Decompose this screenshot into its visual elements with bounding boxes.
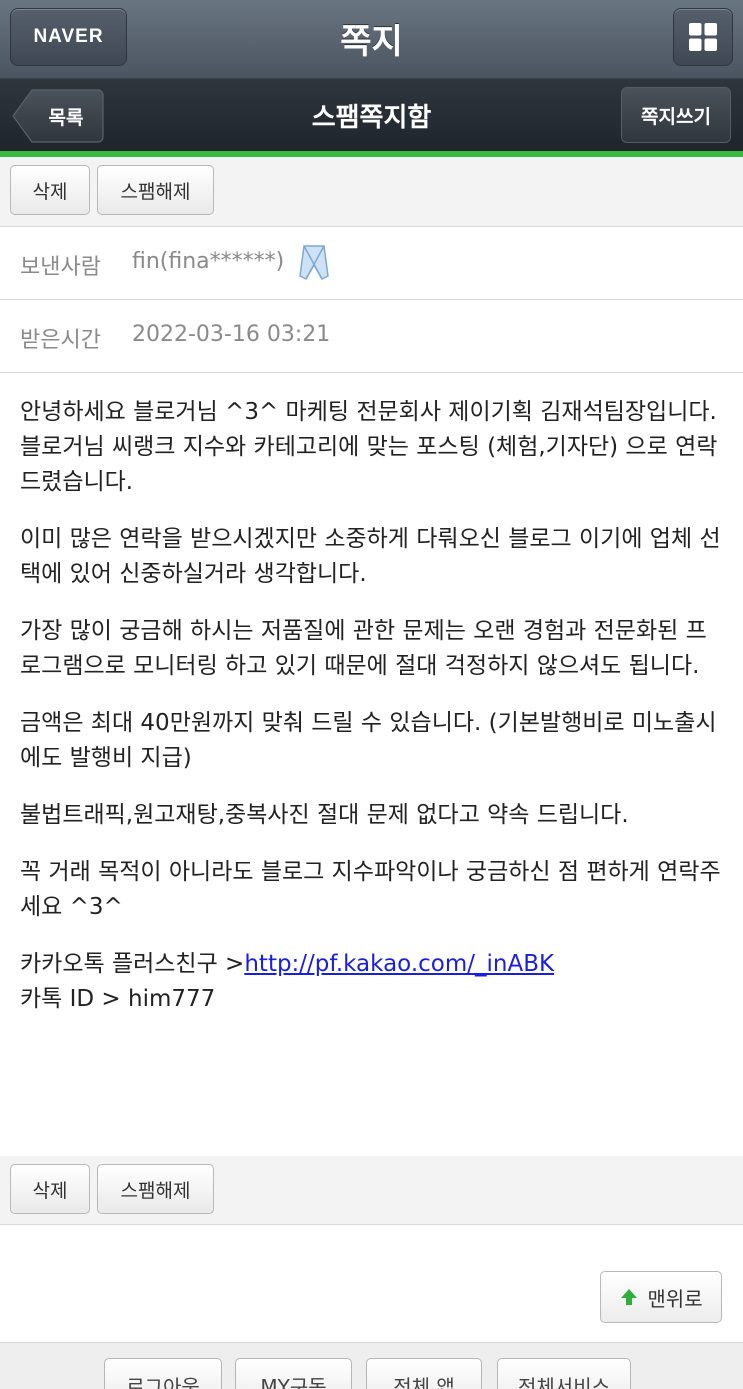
write-message-button[interactable]: 쪽지쓰기 (621, 87, 731, 143)
sub-header: 목록 스팸쪽지함 쪽지쓰기 (0, 79, 743, 151)
footer-bar: 로그아웃 MY구독 전체 앱 전체서비스 (0, 1342, 743, 1389)
message-paragraph: 이미 많은 연락을 받으시겠지만 소중하게 다뤄오신 블로그 이기에 업체 선택… (20, 526, 721, 587)
grid-icon (689, 23, 717, 51)
received-label: 받은시간 (20, 328, 101, 353)
received-value: 2022-03-16 03:21 (132, 322, 331, 347)
message-paragraph: 가장 많이 궁금해 하시는 저품질에 관한 문제는 오랜 경험과 전문화된 프로… (20, 618, 707, 679)
my-subscription-button[interactable]: MY구독 (235, 1358, 352, 1389)
back-to-top-button[interactable]: 맨위로 (600, 1271, 722, 1323)
top-bar: NAVER 쪽지 (0, 0, 743, 79)
arrow-up-icon (621, 1289, 638, 1305)
menu-button[interactable] (673, 8, 733, 66)
sender-value[interactable]: fin(fina******) (132, 249, 284, 274)
kakao-prefix: 카카오톡 플러스친구 > (20, 951, 245, 977)
app-title: 쪽지 (340, 22, 403, 62)
all-services-button[interactable]: 전체서비스 (497, 1358, 631, 1389)
sender-row: 보낸사람 fin(fina******) (0, 227, 743, 300)
message-body: 안녕하세요 블로거님 ^3^ 마케팅 전문회사 제이기획 김재석팀장입니다. 블… (20, 395, 725, 1017)
delete-button-bottom[interactable]: 삭제 (10, 1164, 90, 1214)
received-row: 받은시간 2022-03-16 03:21 (0, 300, 743, 373)
message-paragraph: 안녕하세요 블로거님 ^3^ 마케팅 전문회사 제이기획 김재석팀장입니다. 블… (20, 399, 718, 495)
message-paragraph: 꼭 거래 목적이 아니라도 블로그 지수파악이나 궁금하신 점 편하게 연락주세… (20, 859, 721, 920)
bottom-action-bar: 삭제 스팸해제 (0, 1156, 743, 1225)
message-paragraph: 불법트래픽,원고재탕,중복사진 절대 문제 없다고 약속 드립니다. (20, 802, 629, 828)
kakao-id: 카톡 ID > him777 (20, 986, 216, 1012)
sender-label: 보낸사람 (20, 255, 101, 280)
delete-button[interactable]: 삭제 (10, 165, 90, 215)
unspam-button[interactable]: 스팸해제 (97, 165, 214, 215)
message-paragraph: 금액은 최대 40만원까지 맞춰 드릴 수 있습니다. (기본발행비로 미노출시… (20, 710, 717, 771)
all-apps-button[interactable]: 전체 앱 (366, 1358, 482, 1389)
unspam-button-bottom[interactable]: 스팸해제 (97, 1164, 214, 1214)
kakao-link[interactable]: http://pf.kakao.com/_inABK (244, 951, 554, 977)
back-to-top-label: 맨위로 (647, 1286, 703, 1311)
ribbon-icon[interactable] (298, 243, 332, 281)
top-action-bar: 삭제 스팸해제 (0, 157, 743, 227)
logout-button[interactable]: 로그아웃 (104, 1358, 222, 1389)
kakao-contact: 카카오톡 플러스친구 >http://pf.kakao.com/_inABK 카… (20, 947, 725, 1017)
